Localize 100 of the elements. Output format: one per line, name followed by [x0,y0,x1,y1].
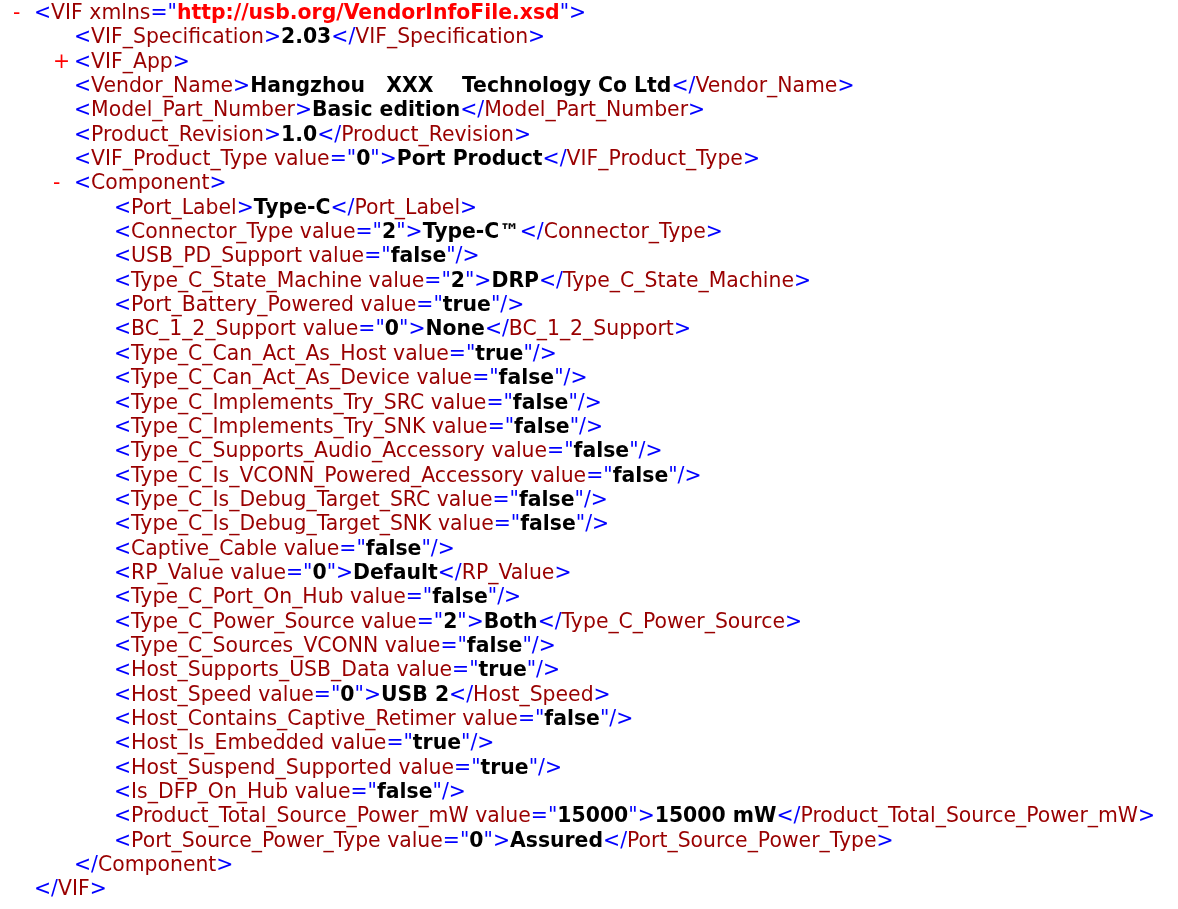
tag-name: USB_PD_Support [131,243,302,268]
attribute-name: value [491,438,548,463]
tag-name: Type_C_Power_Source [561,608,785,633]
markup-punctuation: "> [559,0,587,25]
tag-name: RP_Value [461,559,555,585]
attribute-name: value [398,754,455,779]
tag-name: Port_Source_Power_Type [131,827,381,853]
markup-punctuation: < [114,267,132,292]
markup-punctuation: "/> [568,389,602,414]
markup-punctuation: < [114,292,132,317]
markup-punctuation: "/> [569,413,604,439]
markup-punctuation: =" [329,146,357,171]
attribute-value: true [480,754,529,779]
attribute-value: true [442,292,491,317]
attribute-name: value [431,413,488,439]
markup-punctuation: "> [354,681,381,706]
attribute-value: false [376,779,433,804]
markup-punctuation: < [114,681,132,706]
element-text: USB 2 [381,681,450,706]
markup-punctuation: < [114,243,132,268]
attribute-name: value [416,365,473,390]
markup-punctuation: </ [484,316,509,341]
tag-name: Type_C_Implements_Try_SRC [131,389,425,414]
tag-name: VIF [51,0,83,25]
markup-punctuation: "/> [421,535,455,560]
markup-punctuation: "/> [599,705,634,731]
markup-punctuation: "/> [446,243,480,268]
markup-punctuation: "> [457,608,484,633]
tag-name: Type_C_Can_Act_As_Device [131,365,410,390]
markup-punctuation: "/> [461,730,495,755]
markup-punctuation: =" [472,365,499,390]
attribute-name: value [230,559,286,585]
markup-punctuation: > [705,219,723,244]
attribute-value: false [466,632,523,658]
tag-name: Type_C_Can_Act_As_Host [131,340,387,366]
markup-punctuation: =" [364,243,391,268]
attribute-value: 0 [340,681,355,706]
markup-punctuation: =" [486,389,513,414]
markup-punctuation: < [114,438,132,463]
markup-punctuation: =" [530,803,558,828]
tag-name: VIF_Specification [91,24,264,49]
markup-punctuation: < [114,365,132,390]
markup-punctuation: > [876,827,894,853]
attribute-value: true [475,340,524,366]
markup-punctuation: =" [405,584,433,609]
tag-name: Type_C_State_Machine [563,267,794,293]
attribute-value: false [512,389,569,414]
markup-punctuation: > [263,121,282,147]
markup-punctuation: =" [454,754,481,779]
attribute-value: true [412,730,461,755]
attribute-value: false [518,486,575,512]
markup-punctuation: < [114,511,132,536]
tag-name: VIF_Specification [355,24,529,49]
attribute-value: 0 [384,316,399,341]
markup-punctuation: "/> [668,462,702,487]
element-text: Port Product [396,146,543,171]
markup-punctuation: > [172,48,190,74]
markup-punctuation: "> [483,827,510,853]
attribute-name: value [430,389,487,414]
markup-punctuation: "/> [554,365,588,390]
tag-name: VIF_Product_Type [91,146,268,171]
attribute-name: value [360,608,417,633]
markup-punctuation: < [114,316,132,341]
markup-punctuation: =" [442,827,470,853]
markup-punctuation: > [554,559,572,584]
markup-punctuation: "/> [490,292,525,317]
tag-name: Type_C_State_Machine [131,267,363,293]
attribute-value: 2 [382,219,397,244]
markup-punctuation: "> [396,219,423,244]
tag-name: Connector_Type [543,219,706,244]
markup-punctuation: < [74,97,92,122]
tag-name: VIF_Product_Type [566,146,743,171]
tag-name: BC_1_2_Support [508,316,674,341]
markup-punctuation: < [114,535,132,560]
markup-punctuation: < [114,632,132,657]
markup-punctuation: =" [313,681,341,706]
attribute-value: 0 [356,146,371,171]
expand-toggle[interactable]: - [53,170,61,195]
markup-punctuation: =" [493,511,521,536]
markup-punctuation: =" [487,413,515,439]
markup-punctuation: =" [440,632,467,658]
attribute-value: false [432,584,488,609]
markup-punctuation: =" [448,340,476,366]
markup-punctuation: > [837,73,855,98]
markup-punctuation: "> [326,559,354,585]
markup-punctuation: > [209,170,227,195]
markup-punctuation: > [89,876,107,901]
expand-toggle[interactable]: - [13,0,21,25]
attribute-value: true [478,657,527,682]
expand-toggle[interactable]: + [53,48,71,74]
element-text: Type-C [253,194,331,220]
element-text: 2.03 [281,24,332,49]
markup-punctuation: =" [285,559,313,585]
markup-punctuation: =" [424,267,451,293]
markup-punctuation: < [114,705,132,731]
markup-punctuation: </ [437,559,462,584]
markup-punctuation: =" [416,608,444,633]
markup-punctuation: "> [628,803,655,828]
markup-punctuation: < [114,486,132,511]
markup-punctuation: </ [776,803,801,828]
